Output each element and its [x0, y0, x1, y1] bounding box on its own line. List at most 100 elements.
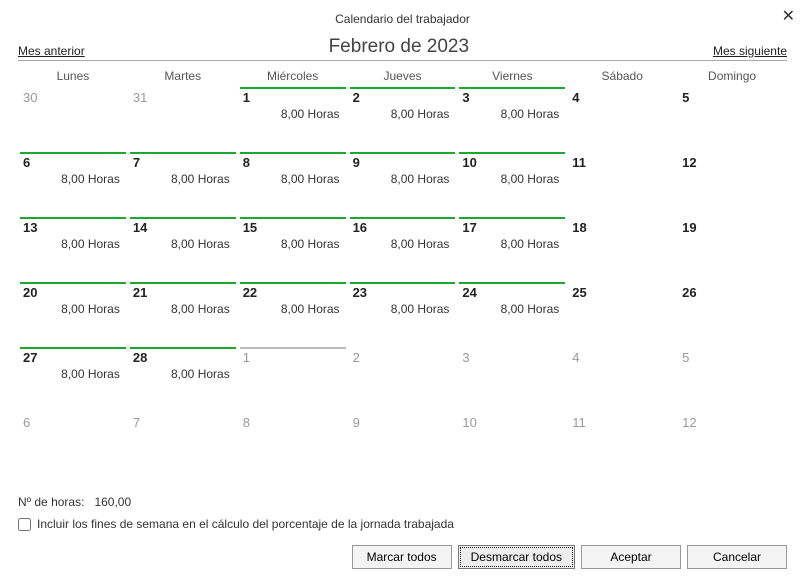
work-marker	[350, 217, 456, 219]
day-number: 17	[462, 220, 562, 235]
day-hours: 8,00 Horas	[391, 107, 450, 121]
day-hours: 8,00 Horas	[391, 172, 450, 186]
day-number: 1	[243, 90, 343, 105]
calendar-day[interactable]: 12	[677, 412, 787, 477]
day-number: 26	[682, 285, 782, 300]
calendar-day[interactable]: 19	[677, 217, 787, 282]
day-number: 9	[353, 415, 453, 430]
weekday-header: Sábado	[567, 65, 677, 87]
unmark-all-button[interactable]: Desmarcar todos	[458, 545, 575, 569]
work-marker	[240, 347, 346, 349]
weekday-header: Domingo	[677, 65, 787, 87]
day-number: 14	[133, 220, 233, 235]
calendar-day[interactable]: 68,00 Horas	[18, 152, 128, 217]
day-number: 12	[682, 155, 782, 170]
calendar-day[interactable]: 11	[567, 412, 677, 477]
work-marker	[240, 217, 346, 219]
calendar-day[interactable]: 38,00 Horas	[457, 87, 567, 152]
calendar-day[interactable]: 31	[128, 87, 238, 152]
day-number: 11	[572, 155, 672, 170]
calendar-day[interactable]: 108,00 Horas	[457, 152, 567, 217]
calendar-day[interactable]: 78,00 Horas	[128, 152, 238, 217]
calendar-day[interactable]: 28,00 Horas	[348, 87, 458, 152]
day-hours: 8,00 Horas	[61, 367, 120, 381]
calendar-day[interactable]: 18	[567, 217, 677, 282]
work-marker	[350, 282, 456, 284]
calendar-day[interactable]: 228,00 Horas	[238, 282, 348, 347]
calendar-day[interactable]: 138,00 Horas	[18, 217, 128, 282]
calendar-day[interactable]: 168,00 Horas	[348, 217, 458, 282]
calendar-day[interactable]: 6	[18, 412, 128, 477]
calendar-day[interactable]: 218,00 Horas	[128, 282, 238, 347]
calendar-day[interactable]: 28 8,00 Horas	[128, 347, 238, 412]
calendar-day[interactable]: 12	[677, 152, 787, 217]
calendar-day[interactable]: 4	[567, 347, 677, 412]
weekday-header: Miércoles	[238, 65, 348, 87]
day-number: 25	[572, 285, 672, 300]
day-hours: 8,00 Horas	[501, 302, 560, 316]
work-marker	[240, 282, 346, 284]
calendar-day[interactable]: 5	[677, 87, 787, 152]
day-number: 20	[23, 285, 123, 300]
day-number: 15	[243, 220, 343, 235]
close-icon[interactable]: ✕	[782, 6, 795, 26]
calendar-day[interactable]: 25	[567, 282, 677, 347]
window-title: Calendario del trabajador	[18, 10, 787, 36]
calendar-day[interactable]: 4	[567, 87, 677, 152]
calendar-day[interactable]: 238,00 Horas	[348, 282, 458, 347]
calendar-day[interactable]: 278,00 Horas	[18, 347, 128, 412]
work-marker	[350, 87, 456, 89]
work-marker	[350, 152, 456, 154]
day-hours: 8,00 Horas	[171, 367, 230, 381]
calendar-day[interactable]: 3	[457, 347, 567, 412]
calendar-day[interactable]: 1	[238, 347, 348, 412]
day-number: 9	[353, 155, 453, 170]
day-hours: 8,00 Horas	[171, 302, 230, 316]
calendar-day[interactable]: 20 8,00 Horas	[18, 282, 128, 347]
day-number: 23	[353, 285, 453, 300]
calendar-day[interactable]: 5	[677, 347, 787, 412]
accept-button[interactable]: Aceptar	[581, 545, 681, 569]
day-number: 8	[243, 415, 343, 430]
day-number: 19	[682, 220, 782, 235]
calendar-day[interactable]: 11	[567, 152, 677, 217]
calendar-day[interactable]: 1 8,00 Horas	[238, 87, 348, 152]
day-number: 4	[572, 90, 672, 105]
calendar-day[interactable]: 26	[677, 282, 787, 347]
calendar-day[interactable]: 10	[457, 412, 567, 477]
calendar-day[interactable]: 8	[238, 412, 348, 477]
calendar-day[interactable]: 9	[348, 412, 458, 477]
calendar-day[interactable]: 158,00 Horas	[238, 217, 348, 282]
work-marker	[20, 152, 126, 154]
day-hours: 8,00 Horas	[281, 107, 340, 121]
day-number: 7	[133, 415, 233, 430]
calendar-day[interactable]: 30	[18, 87, 128, 152]
day-number: 13	[23, 220, 123, 235]
calendar-day[interactable]: 14 8,00 Horas	[128, 217, 238, 282]
work-marker	[240, 152, 346, 154]
next-month-link[interactable]: Mes siguiente	[713, 44, 787, 58]
include-weekends-checkbox[interactable]	[18, 518, 31, 531]
calendar-day[interactable]: 178,00 Horas	[457, 217, 567, 282]
calendar-day[interactable]: 7	[128, 412, 238, 477]
calendar-day[interactable]: 9 8,00 Horas	[348, 152, 458, 217]
cancel-button[interactable]: Cancelar	[687, 545, 787, 569]
day-number: 7	[133, 155, 233, 170]
calendar-day[interactable]: 248,00 Horas	[457, 282, 567, 347]
calendar-day[interactable]: 2	[348, 347, 458, 412]
calendar-day[interactable]: 88,00 Horas	[238, 152, 348, 217]
day-number: 16	[353, 220, 453, 235]
day-number: 6	[23, 155, 123, 170]
prev-month-link[interactable]: Mes anterior	[18, 44, 85, 58]
day-number: 28	[133, 350, 233, 365]
day-hours: 8,00 Horas	[61, 302, 120, 316]
mark-all-button[interactable]: Marcar todos	[352, 545, 452, 569]
day-number: 8	[243, 155, 343, 170]
include-weekends-label: Incluir los fines de semana en el cálcul…	[37, 517, 454, 531]
day-hours: 8,00 Horas	[171, 237, 230, 251]
weekday-header: Lunes	[18, 65, 128, 87]
work-marker	[130, 282, 236, 284]
work-marker	[130, 217, 236, 219]
day-hours: 8,00 Horas	[501, 107, 560, 121]
day-number: 6	[23, 415, 123, 430]
